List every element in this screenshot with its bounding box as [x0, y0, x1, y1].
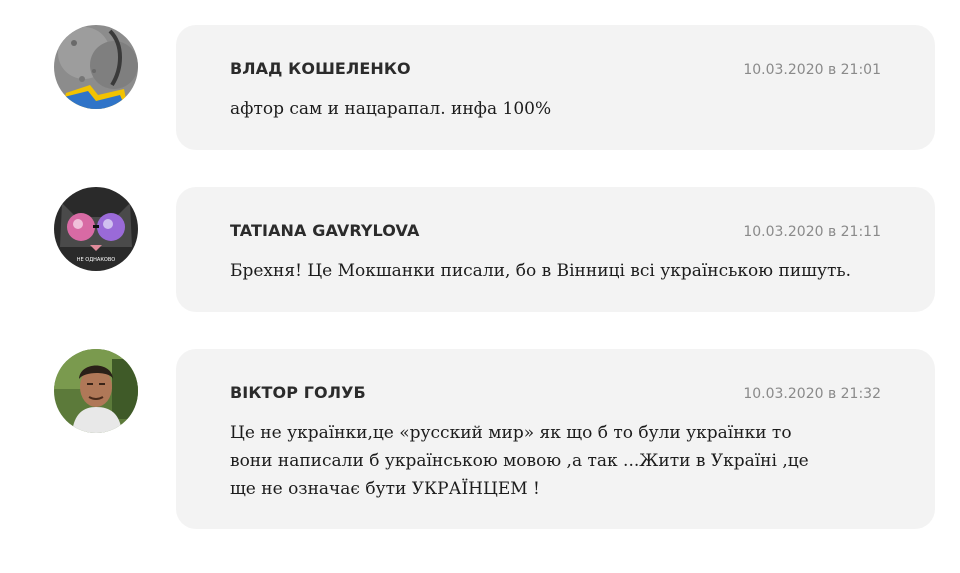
comment-timestamp: 10.03.2020 в 21:01	[743, 62, 881, 78]
user-avatar-icon[interactable]: НЕ ОДНАКОВО	[54, 187, 138, 271]
comment-author[interactable]: ВІКТОР ГОЛУБ	[230, 383, 366, 402]
user-avatar-icon[interactable]	[54, 349, 138, 433]
user-avatar-icon[interactable]	[54, 25, 138, 109]
comment-text: Це не українки,це «русский мир» як що б …	[230, 423, 809, 499]
comment-author[interactable]: ВЛАД КОШЕЛЕНКО	[230, 59, 411, 78]
comment-bubble: ВЛАД КОШЕЛЕНКО 10.03.2020 в 21:01 афтор …	[176, 25, 935, 150]
comment-timestamp: 10.03.2020 в 21:32	[743, 386, 881, 402]
comment-text: афтор сам и нацарапал. инфа 100%	[230, 99, 552, 119]
comment-text: Брехня! Це Мокшанки писали, бо в Вінниці…	[230, 261, 852, 281]
comment-bubble: TATIANA GAVRYLOVA 10.03.2020 в 21:11 Бре…	[176, 187, 935, 312]
comment-bubble: ВІКТОР ГОЛУБ 10.03.2020 в 21:32 Це не ук…	[176, 349, 935, 529]
comment-author[interactable]: TATIANA GAVRYLOVA	[230, 221, 419, 240]
comments-list: ВЛАД КОШЕЛЕНКО 10.03.2020 в 21:01 афтор …	[0, 0, 960, 573]
avatar-caption: НЕ ОДНАКОВО	[77, 257, 115, 263]
comment-timestamp: 10.03.2020 в 21:11	[743, 224, 881, 240]
